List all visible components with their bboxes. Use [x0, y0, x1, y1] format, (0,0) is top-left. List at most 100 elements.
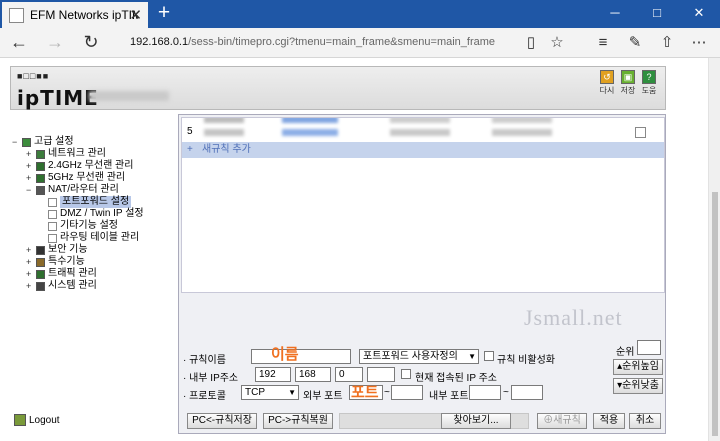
forward-icon[interactable]: → — [40, 28, 70, 58]
tree-item-label: 시스템 관리 — [48, 280, 97, 291]
page-scrollbar[interactable] — [708, 58, 720, 441]
ip-octet-2[interactable] — [295, 367, 331, 382]
add-rule-label: 새규칙 추가 — [202, 144, 251, 155]
tree-item-wireless-24ghz[interactable]: + 2.4GHz 무선랜 관리 — [26, 160, 133, 172]
internal-port-label: 내부 포트 — [429, 391, 469, 402]
settings-folder-icon — [22, 137, 31, 147]
current-ip-label: 현재 접속된 IP 주소 — [415, 373, 498, 384]
ip-octet-3[interactable] — [335, 367, 363, 382]
rule-name-input[interactable] — [251, 349, 351, 364]
tree-item-wireless-5ghz[interactable]: + 5GHz 무선랜 관리 — [26, 172, 125, 184]
expand-icon[interactable]: + — [26, 268, 34, 280]
address-bar[interactable]: 192.168.0.1/sess-bin/timepro.cgi?tmenu=m… — [130, 36, 495, 48]
tree-item-label: 라우팅 테이블 관리 — [60, 232, 140, 243]
browse-button[interactable]: 찾아보기... — [441, 413, 511, 429]
redacted-cell — [282, 129, 338, 136]
expand-icon[interactable]: + — [26, 256, 34, 268]
special-function-icon — [36, 257, 45, 267]
refresh-icon[interactable]: ↻ — [76, 28, 106, 58]
page-icon — [48, 209, 57, 219]
tree-item-label: 5GHz 무선랜 관리 — [48, 172, 126, 183]
external-port-end[interactable] — [391, 385, 423, 400]
redacted-cell — [204, 129, 244, 136]
more-icon[interactable]: ⋯ — [684, 28, 714, 58]
wireless-icon — [36, 161, 45, 171]
tree-item-routing-table[interactable]: 라우팅 테이블 관리 — [46, 232, 139, 244]
add-icon: + — [187, 144, 193, 155]
ip-octet-1[interactable] — [255, 367, 291, 382]
collapse-icon[interactable]: − — [12, 136, 20, 148]
help-label: 도움 — [641, 86, 657, 95]
expand-icon[interactable]: + — [26, 172, 34, 184]
tree-item-port-forward[interactable]: 포트포워드 설정 — [46, 196, 132, 208]
tree-item-system[interactable]: + 시스템 관리 — [26, 280, 97, 292]
minimize-icon[interactable]: ─ — [594, 0, 636, 26]
tab-close-icon[interactable]: ✕ — [129, 6, 142, 24]
internal-port-start[interactable] — [469, 385, 501, 400]
back-icon[interactable]: ← — [4, 28, 34, 58]
disable-rule-label: 규칙 비활성화 — [497, 355, 555, 366]
collapse-icon[interactable]: − — [26, 184, 34, 196]
help-icon: ? — [642, 70, 656, 84]
tree-root-advanced[interactable]: − 고급 설정 — [12, 136, 74, 148]
priority-up-label: 순위높임 — [622, 361, 659, 372]
save-icon: ▣ — [621, 70, 635, 84]
current-ip-checkbox[interactable] — [401, 369, 411, 379]
annotation-name: 이름 — [271, 346, 299, 363]
tree-item-misc-functions[interactable]: 기타기능 설정 — [46, 220, 118, 232]
expand-icon[interactable]: + — [26, 148, 34, 160]
save-label: 저장 — [620, 86, 636, 95]
restore-rules-from-pc-button[interactable]: PC->규칙복원 — [263, 413, 333, 429]
reload-button[interactable]: ↺ 다시 — [598, 70, 616, 96]
disable-rule-checkbox[interactable] — [484, 351, 494, 361]
tree-item-label: 특수기능 — [48, 256, 85, 267]
scrollbar-thumb[interactable] — [712, 192, 718, 436]
priority-up-button[interactable]: ▴순위높임 — [613, 359, 663, 375]
tree-item-special[interactable]: + 특수기능 — [26, 256, 85, 268]
cancel-button[interactable]: 취소 — [629, 413, 661, 429]
browser-tab[interactable]: EFM Networks ipTIME A ✕ — [2, 2, 148, 28]
rule-name-label: · 규칙이름 — [183, 355, 226, 366]
share-icon[interactable]: ⇧ — [652, 28, 682, 58]
expand-icon[interactable]: + — [26, 280, 34, 292]
favorite-star-icon[interactable]: ☆ — [542, 28, 572, 58]
protocol-select[interactable]: TCP ▼ — [241, 385, 299, 400]
expand-icon[interactable]: + — [26, 160, 34, 172]
web-note-icon[interactable]: ✎ — [620, 28, 650, 58]
priority-down-button[interactable]: ▾순위낮춤 — [613, 378, 663, 394]
rule-select-checkbox[interactable] — [635, 127, 646, 138]
internal-port-end[interactable] — [511, 385, 543, 400]
new-tab-button[interactable]: + — [152, 1, 176, 25]
page-icon — [48, 197, 57, 207]
url-path: /sess-bin/timepro.cgi?tmenu=main_frame&s… — [188, 36, 496, 48]
apply-button[interactable]: 적용 — [593, 413, 625, 429]
logout-link[interactable]: Logout — [14, 414, 60, 426]
url-host: 192.168.0.1 — [130, 36, 189, 48]
tree-item-label: 트래픽 관리 — [48, 268, 97, 279]
tree-item-dmz-twin-ip[interactable]: DMZ / Twin IP 설정 — [46, 208, 144, 220]
tree-item-network[interactable]: + 네트워크 관리 — [26, 148, 106, 160]
add-rule-row[interactable]: + 새규칙 추가 — [182, 142, 664, 158]
tree-item-traffic[interactable]: + 트래픽 관리 — [26, 268, 97, 280]
help-button[interactable]: ? 도움 — [640, 70, 658, 96]
redacted-cell — [492, 118, 552, 123]
watermark: Jsmall.net — [524, 305, 623, 330]
browser-tab-bar: EFM Networks ipTIME A ✕ + ─ □ ✕ — [0, 0, 720, 28]
save-rules-to-pc-button[interactable]: PC<-규칙저장 — [187, 413, 257, 429]
preset-select[interactable]: 포트포워드 사용자정의 ▼ — [359, 349, 479, 364]
window-close-icon[interactable]: ✕ — [678, 0, 720, 26]
priority-input[interactable] — [637, 340, 661, 355]
tree-root-label: 고급 설정 — [34, 136, 74, 147]
tree-item-security[interactable]: + 보안 기능 — [26, 244, 88, 256]
settings-tree: − 고급 설정 + 네트워크 관리 + 2.4GHz 무선랜 관리 + 5GHz… — [10, 116, 176, 436]
tree-item-nat-router[interactable]: − NAT/라우터 관리 — [26, 184, 119, 196]
save-config-button[interactable]: ▣ 저장 — [619, 70, 637, 96]
redacted-cell — [390, 118, 450, 123]
external-port-label: 외부 포트 — [303, 391, 343, 402]
table-row[interactable]: 5 — [182, 124, 664, 140]
expand-icon[interactable]: + — [26, 244, 34, 256]
new-rule-button[interactable]: ⊕새규칙 — [537, 413, 587, 429]
maximize-icon[interactable]: □ — [636, 0, 678, 26]
hub-icon[interactable]: ≡ — [588, 28, 618, 58]
ip-octet-4[interactable] — [367, 367, 395, 382]
